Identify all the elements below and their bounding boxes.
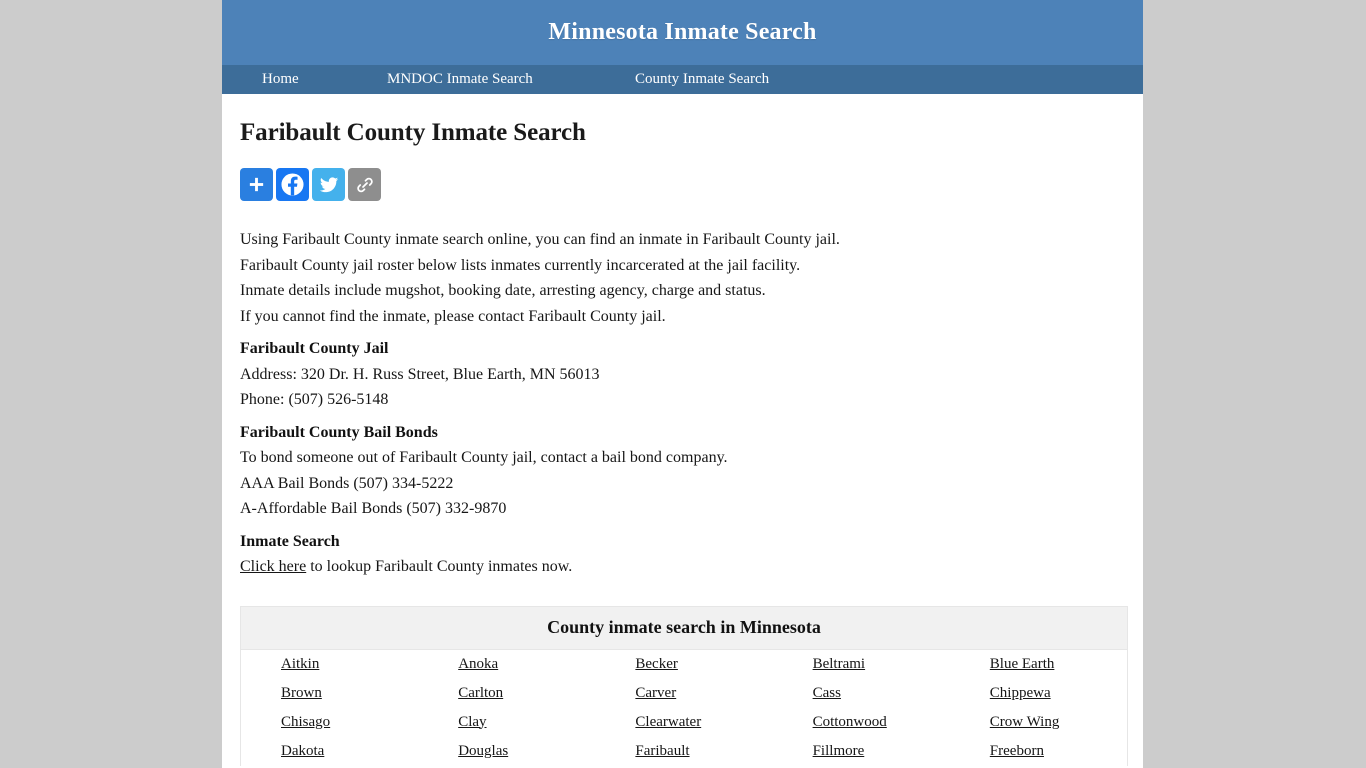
county-link-fillmore[interactable]: Fillmore — [813, 743, 865, 760]
county-cell: Aitkin — [241, 650, 418, 679]
county-link-freeborn[interactable]: Freeborn — [990, 743, 1044, 760]
county-link-brown[interactable]: Brown — [281, 685, 322, 702]
addthis-plus-icon — [247, 175, 266, 194]
county-link-carlton[interactable]: Carlton — [458, 685, 503, 702]
county-cell: Beltrami — [773, 650, 950, 679]
county-link-blue-earth[interactable]: Blue Earth — [990, 656, 1055, 673]
nav-item-mndoc-inmate-search[interactable]: MNDOC Inmate Search — [387, 71, 635, 88]
inmate-search-heading: Inmate Search — [240, 532, 340, 550]
county-link-carver[interactable]: Carver — [635, 685, 676, 702]
county-link-chippewa[interactable]: Chippewa — [990, 685, 1051, 702]
bail-bonds-line-2: AAA Bail Bonds (507) 334-5222 — [240, 474, 454, 492]
copy-link-icon — [355, 175, 375, 195]
county-link-beltrami[interactable]: Beltrami — [813, 656, 866, 673]
jail-phone: Phone: (507) 526-5148 — [240, 391, 389, 408]
county-cell: Cottonwood — [773, 708, 950, 737]
county-cell: Anoka — [418, 650, 595, 679]
bail-bonds-block: Faribault County Bail Bonds To bond some… — [240, 420, 1103, 522]
county-cell: Brown — [241, 679, 418, 708]
county-cell: Dakota — [241, 737, 418, 766]
page-title: Faribault County Inmate Search — [240, 119, 586, 146]
jail-heading: Faribault County Jail — [240, 340, 389, 357]
county-table-heading-text: County inmate search in Minnesota — [547, 617, 821, 637]
county-link-becker[interactable]: Becker — [635, 656, 677, 673]
copy-link-share-button[interactable] — [348, 168, 381, 201]
page-background: Minnesota Inmate Search Home MNDOC Inmat… — [0, 0, 1366, 768]
county-cell: Freeborn — [950, 737, 1127, 766]
county-cell: Carver — [595, 679, 772, 708]
county-table-heading: County inmate search in Minnesota — [241, 606, 1127, 650]
county-cell: Carlton — [418, 679, 595, 708]
county-link-faribault[interactable]: Faribault — [635, 743, 689, 760]
county-cell: Becker — [595, 650, 772, 679]
site-header: Minnesota Inmate Search — [222, 0, 1143, 65]
intro-line-4: If you cannot find the inmate, please co… — [240, 307, 666, 325]
county-link-dakota[interactable]: Dakota — [281, 743, 324, 760]
bail-bonds-heading: Faribault County Bail Bonds — [240, 423, 438, 441]
county-cell: Clearwater — [595, 708, 772, 737]
county-link-clay[interactable]: Clay — [458, 714, 486, 731]
county-link-clearwater[interactable]: Clearwater — [635, 714, 701, 731]
county-link-cottonwood[interactable]: Cottonwood — [813, 714, 887, 731]
jail-info-block: Faribault County Jail Address: 320 Dr. H… — [240, 336, 1103, 413]
county-cell: Faribault — [595, 737, 772, 766]
county-link-crow-wing[interactable]: Crow Wing — [990, 714, 1060, 731]
main-content: Faribault County Inmate Search Using Far… — [222, 94, 1143, 766]
county-links-grid: Aitkin Anoka Becker Beltrami Blue Earth … — [241, 650, 1127, 766]
county-link-douglas[interactable]: Douglas — [458, 743, 508, 760]
bail-bonds-line-3: A-Affordable Bail Bonds (507) 332-9870 — [240, 500, 507, 517]
nav-item-county-inmate-search[interactable]: County Inmate Search — [635, 71, 769, 88]
county-cell: Fillmore — [773, 737, 950, 766]
intro-block: Using Faribault County inmate search onl… — [240, 227, 1103, 329]
intro-line-1: Using Faribault County inmate search onl… — [240, 231, 840, 248]
county-cell: Chippewa — [950, 679, 1127, 708]
click-here-link[interactable]: Click here — [240, 558, 306, 575]
jail-address: Address: 320 Dr. H. Russ Street, Blue Ea… — [240, 365, 600, 383]
county-cell: Douglas — [418, 737, 595, 766]
county-search-table: County inmate search in Minnesota Aitkin… — [240, 605, 1128, 766]
inmate-search-after-link-text: to lookup Faribault County inmates now. — [306, 558, 573, 575]
county-cell: Crow Wing — [950, 708, 1127, 737]
addthis-share-button[interactable] — [240, 168, 273, 201]
facebook-share-button[interactable] — [276, 168, 309, 201]
county-link-cass[interactable]: Cass — [813, 685, 841, 702]
main-navigation: Home MNDOC Inmate Search County Inmate S… — [222, 65, 1143, 94]
site-title: Minnesota Inmate Search — [548, 19, 817, 45]
facebook-icon — [280, 172, 305, 197]
nav-item-home[interactable]: Home — [262, 71, 387, 88]
county-cell: Cass — [773, 679, 950, 708]
county-link-anoka[interactable]: Anoka — [458, 656, 498, 673]
inmate-search-line: Click here to lookup Faribault County in… — [240, 554, 1103, 580]
inmate-search-block: Inmate Search Click here to lookup Farib… — [240, 529, 1103, 580]
county-cell: Blue Earth — [950, 650, 1127, 679]
twitter-icon — [319, 175, 339, 195]
county-cell: Clay — [418, 708, 595, 737]
county-link-chisago[interactable]: Chisago — [281, 714, 330, 731]
intro-line-2: Faribault County jail roster below lists… — [240, 256, 801, 274]
twitter-share-button[interactable] — [312, 168, 345, 201]
county-link-aitkin[interactable]: Aitkin — [281, 656, 319, 673]
bail-bonds-line-1: To bond someone out of Faribault County … — [240, 449, 728, 466]
site-container: Minnesota Inmate Search Home MNDOC Inmat… — [222, 0, 1143, 768]
county-cell: Chisago — [241, 708, 418, 737]
intro-line-3: Inmate details include mugshot, booking … — [240, 282, 766, 299]
share-buttons — [240, 168, 1103, 201]
